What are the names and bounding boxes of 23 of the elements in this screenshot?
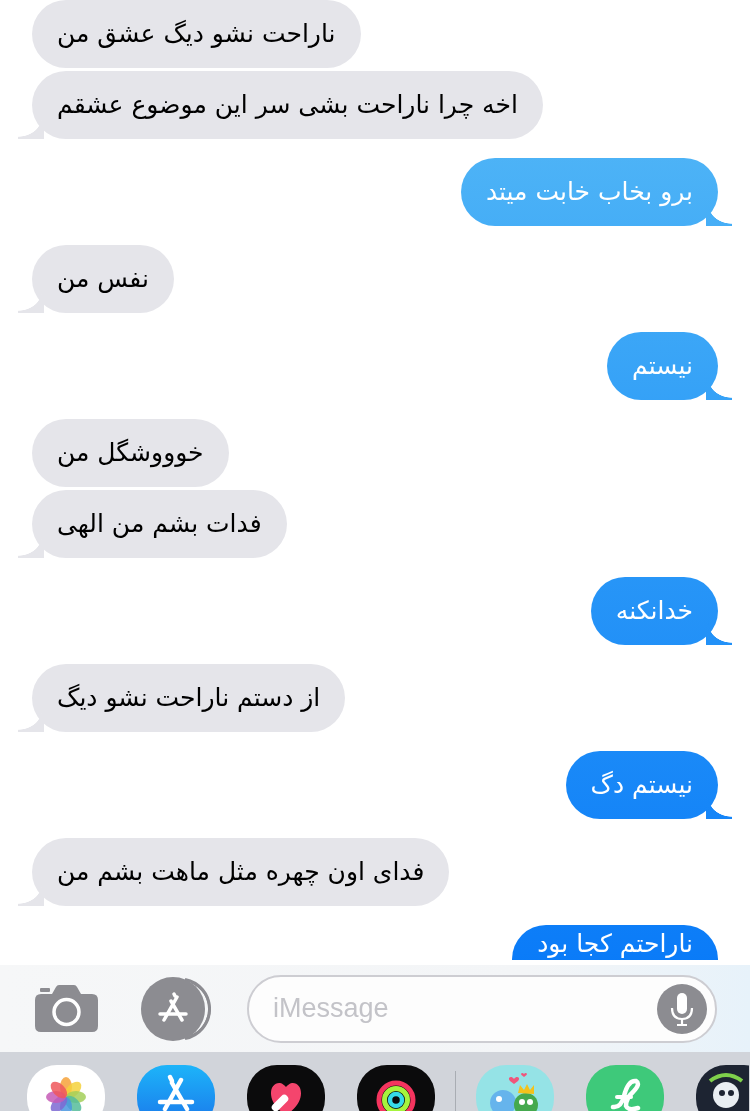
received-message-bubble: فدات بشم من الهی [18, 490, 287, 558]
received-message-bubble: اخه چرا ناراحت بشی سر این موضوع عشقم [18, 71, 543, 139]
flower-app-icon[interactable] [27, 1065, 105, 1111]
received-message-bubble: از دستم ناراحت نشو دیگ [18, 664, 346, 732]
sent-message-bubble: نیستم دگ [565, 751, 732, 819]
script-loop-app-icon[interactable] [586, 1065, 664, 1111]
apps-icon[interactable] [141, 976, 211, 1041]
message-field[interactable]: iMessage [247, 974, 717, 1043]
received-message-bubble: خوووشگل من [32, 419, 229, 487]
received-message-bubble: نفس من [18, 245, 174, 313]
message-input[interactable]: iMessage [249, 976, 657, 1041]
microphone-icon[interactable] [657, 983, 707, 1034]
received-message-bubble: ناراحت نشو دیگ عشق من [32, 0, 361, 68]
character-app-icon[interactable] [696, 1065, 749, 1111]
received-message-bubble: فدای اون چهره مثل ماهت بشم من [18, 838, 450, 906]
camera-icon[interactable] [35, 985, 98, 1032]
sent-message-bubble: نیستم [607, 332, 732, 400]
letter-a-app-icon[interactable] [137, 1065, 215, 1111]
sent-message-bubble: برو بخاب خابت میتد [460, 158, 732, 226]
rings-app-icon[interactable] [357, 1065, 435, 1111]
bird-stickers-app-icon[interactable] [476, 1065, 554, 1111]
heart-app-icon[interactable] [247, 1065, 325, 1111]
sent-message-bubble: خدانکنه [590, 577, 732, 645]
